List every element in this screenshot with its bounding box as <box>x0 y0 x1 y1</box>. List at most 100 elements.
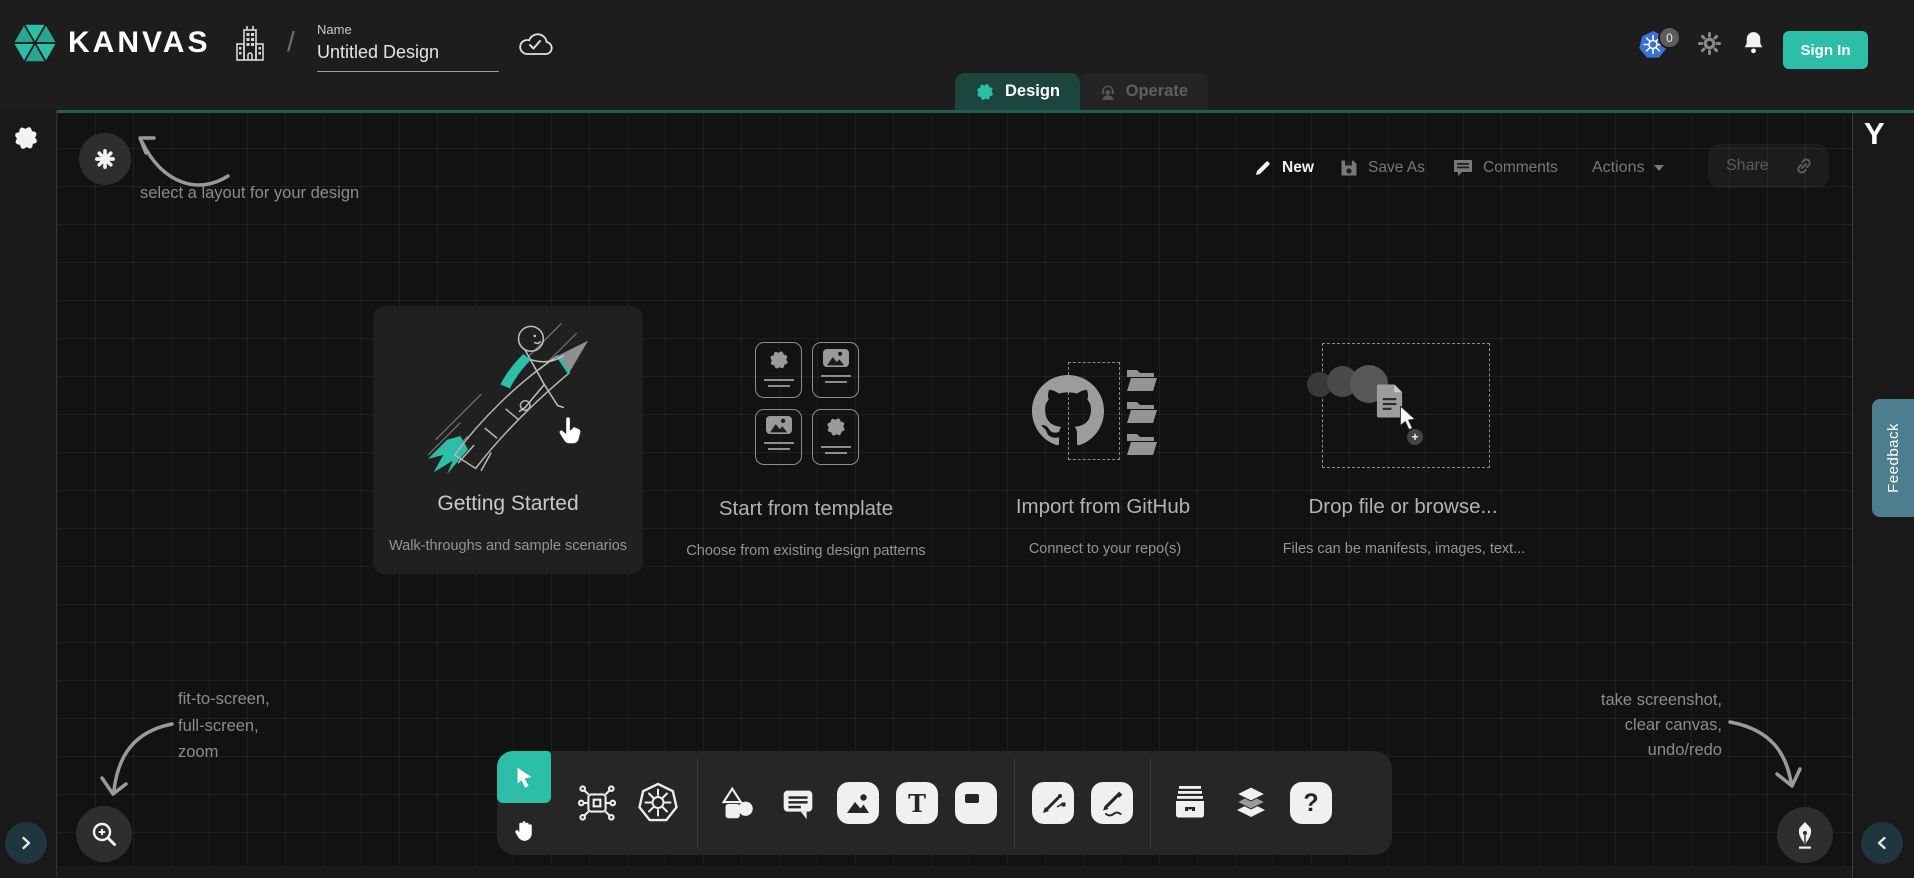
kubernetes-tool-button[interactable] <box>636 781 680 825</box>
hint-line: zoom <box>178 739 270 766</box>
template-mini-card <box>755 342 802 398</box>
template-subtitle: Choose from existing design patterns <box>656 543 956 559</box>
save-icon <box>1339 158 1359 178</box>
magnifier-plus-icon <box>89 819 119 849</box>
mini-text-line <box>764 442 794 444</box>
tab-operate[interactable]: Operate <box>1080 73 1208 110</box>
share-label: Share <box>1726 157 1769 175</box>
github-title[interactable]: Import from GitHub <box>953 495 1253 519</box>
zoom-controls-button[interactable] <box>76 806 132 862</box>
template-mini-card <box>755 409 802 465</box>
toolbar-divider <box>1150 758 1151 848</box>
chevron-right-icon <box>18 835 34 851</box>
hint-arrow-bottom-right <box>1726 712 1806 796</box>
pen-tool-button[interactable] <box>1032 782 1074 824</box>
hint-line: fit-to-screen, <box>178 686 270 713</box>
layers-tool-button[interactable] <box>1229 781 1273 825</box>
drawer-tool-button[interactable] <box>1168 781 1212 825</box>
feedback-label: Feedback <box>1885 423 1902 493</box>
actions-menu-button[interactable]: Actions <box>1592 151 1665 185</box>
text-tool-icon: T <box>908 789 926 818</box>
screenshot-hint-text: take screenshot, clear canvas, undo/redo <box>1560 688 1722 763</box>
actions-label: Actions <box>1592 159 1644 177</box>
pan-tool-button[interactable] <box>497 803 551 855</box>
name-field-label: Name <box>317 22 499 37</box>
note-tool-button[interactable] <box>955 782 997 824</box>
new-design-button[interactable]: New <box>1253 151 1314 185</box>
drop-subtitle: Files can be manifests, images, text... <box>1244 541 1564 557</box>
share-button[interactable]: Share <box>1708 144 1829 188</box>
comments-icon <box>1452 158 1474 178</box>
image-icon <box>844 789 872 817</box>
new-label: New <box>1282 159 1314 177</box>
layers-icon <box>1229 781 1273 825</box>
help-tool-button[interactable]: ? <box>1290 782 1332 824</box>
folder-icon <box>1126 368 1158 392</box>
mini-text-line <box>768 448 790 450</box>
notifications-bell-icon[interactable] <box>1742 30 1765 55</box>
organization-icon[interactable] <box>233 24 267 64</box>
folder-icon <box>1126 432 1158 456</box>
pencil-scribble-icon <box>1097 788 1127 818</box>
image-thumb-icon <box>823 349 849 367</box>
comments-label: Comments <box>1483 159 1558 177</box>
cloud-saved-icon <box>517 30 553 58</box>
start-from-template-card[interactable] <box>755 342 859 465</box>
toolbar-icons: T <box>563 751 1332 855</box>
shapes-tool-button[interactable] <box>715 781 759 825</box>
cluster-connections-button[interactable]: 0 <box>1638 26 1686 62</box>
image-tool-button[interactable] <box>837 782 879 824</box>
feedback-tab[interactable]: Feedback <box>1872 399 1914 517</box>
mini-text-line <box>768 385 790 387</box>
shapes-icon <box>716 782 758 824</box>
template-mini-card <box>812 342 859 398</box>
cursor-icon <box>512 765 536 789</box>
y-logo-icon[interactable]: Y <box>1864 116 1885 152</box>
chevron-down-icon <box>1653 164 1665 172</box>
import-github-card[interactable] <box>1032 375 1104 447</box>
design-tab-label: Design <box>1005 82 1060 101</box>
template-mini-card <box>812 409 859 465</box>
save-as-button[interactable]: Save As <box>1339 151 1425 185</box>
breadcrumb-separator: / <box>287 26 295 58</box>
brand-name: KANVAS <box>68 26 210 60</box>
template-title[interactable]: Start from template <box>656 497 956 521</box>
freehand-draw-button[interactable] <box>1091 782 1133 824</box>
text-tool-button[interactable]: T <box>896 782 938 824</box>
sign-in-button[interactable]: Sign In <box>1783 31 1868 69</box>
drop-title[interactable]: Drop file or browse... <box>1253 495 1553 519</box>
getting-started-title: Getting Started <box>373 492 643 516</box>
mini-text-line <box>821 446 851 448</box>
chevron-left-icon <box>1874 835 1890 851</box>
asterisk-icon <box>92 146 118 172</box>
sign-in-label: Sign In <box>1801 42 1851 59</box>
note-icon <box>961 788 991 818</box>
hand-icon <box>511 816 538 843</box>
kanvas-logo[interactable]: KANVAS <box>12 20 210 66</box>
pen-nib-icon <box>1790 820 1820 850</box>
layout-hint-text: select a layout for your design <box>140 184 359 203</box>
toolbar-divider <box>1014 758 1015 848</box>
expand-right-panel-button[interactable] <box>1861 822 1903 864</box>
zoom-hint-text: fit-to-screen, full-screen, zoom <box>178 686 270 766</box>
chip-icon <box>576 782 618 824</box>
tab-design[interactable]: Design <box>955 73 1080 110</box>
component-tool-button[interactable] <box>575 781 619 825</box>
canvas-actions-button[interactable] <box>1777 807 1833 863</box>
settings-gear-icon[interactable] <box>1697 31 1722 56</box>
meshery-spiral-icon[interactable] <box>12 124 40 152</box>
kanvas-hexagon-icon <box>12 20 58 66</box>
design-tools-toolbar: T <box>497 751 1392 855</box>
save-as-label: Save As <box>1368 159 1425 177</box>
folder-icon <box>1126 400 1158 424</box>
operate-tab-label: Operate <box>1126 82 1188 101</box>
select-layout-button[interactable] <box>79 133 131 185</box>
pencil-icon <box>1253 158 1273 178</box>
design-name-input[interactable]: Untitled Design <box>317 42 499 72</box>
expand-left-panel-button[interactable] <box>5 822 47 864</box>
select-tool-button[interactable] <box>497 751 551 803</box>
comments-button[interactable]: Comments <box>1452 151 1558 185</box>
comment-tool-button[interactable] <box>776 781 820 825</box>
github-subtitle: Connect to your repo(s) <box>955 541 1255 557</box>
getting-started-card[interactable] <box>373 306 643 574</box>
